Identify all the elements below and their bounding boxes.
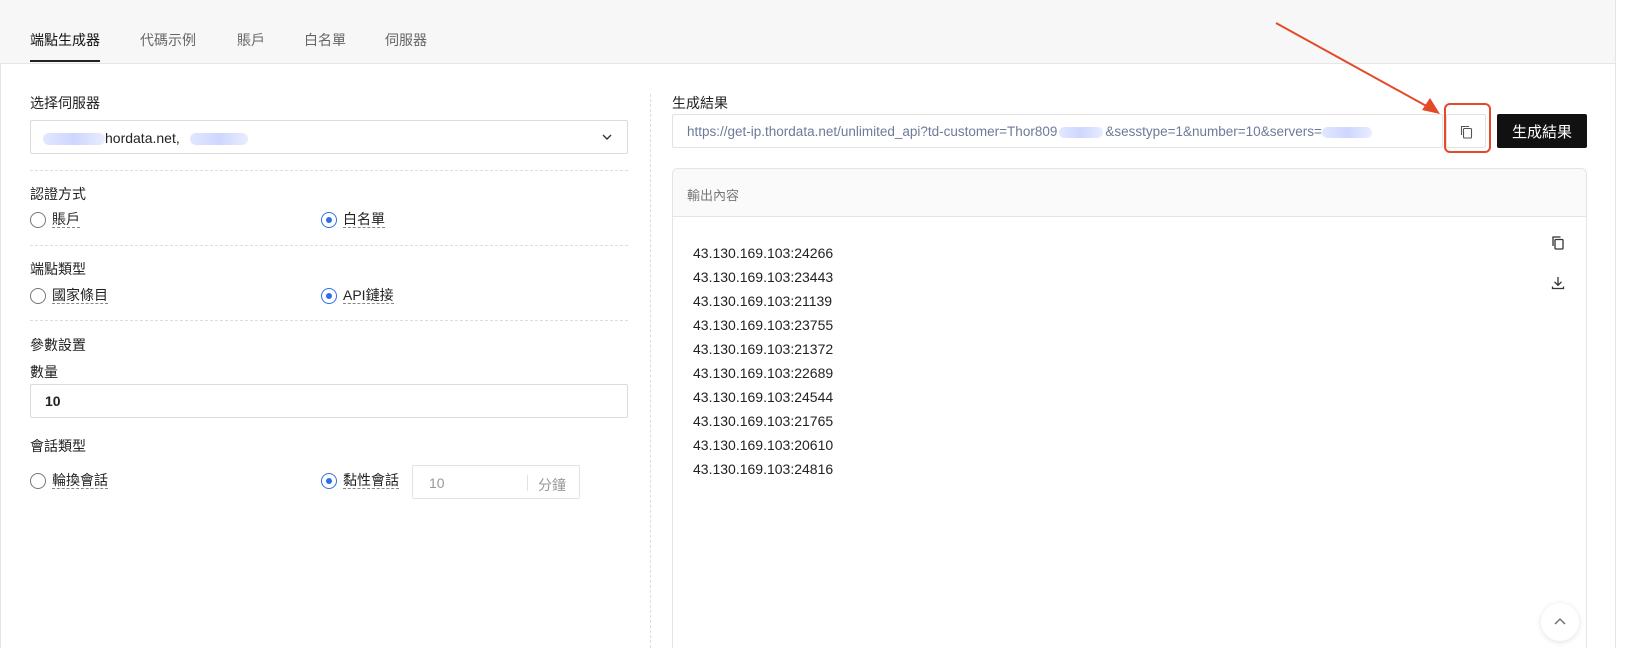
quantity-label: 數量 — [30, 364, 58, 380]
radio-session-sticky[interactable]: 黏性會話 — [321, 472, 399, 489]
chevron-down-icon — [602, 134, 612, 140]
server-select[interactable]: hordata.net, — [30, 120, 628, 154]
output-line: 43.130.169.103:23443 — [693, 269, 834, 285]
divider — [30, 245, 628, 246]
output-line: 43.130.169.103:24544 — [693, 389, 834, 405]
radio-circle-checked — [321, 287, 337, 304]
sticky-duration-input[interactable]: 10 分鐘 — [412, 465, 580, 499]
sticky-duration-value: 10 — [429, 475, 445, 491]
redacted-blur — [1321, 126, 1372, 138]
sticky-duration-unit: 分鐘 — [538, 477, 566, 493]
endpoint-type-label: 端點類型 — [30, 261, 86, 277]
result-label: 生成結果 — [672, 95, 728, 111]
radio-endpoint-api[interactable]: API鏈接 — [321, 287, 394, 304]
server-select-value: hordata.net, — [43, 130, 248, 146]
scroll-to-top-button[interactable] — [1541, 603, 1579, 641]
radio-auth-account[interactable]: 賬戶 — [30, 211, 80, 228]
radio-label: 國家條目 — [52, 287, 108, 304]
tab-whitelist[interactable]: 白名單 — [304, 30, 346, 50]
redacted-blur — [1059, 126, 1104, 138]
panel-divider — [650, 94, 651, 648]
tab-endpoint-generator[interactable]: 端點生成器 — [30, 30, 100, 50]
output-list: 43.130.169.103:24266 43.130.169.103:2344… — [693, 241, 833, 481]
copy-url-button[interactable] — [1446, 114, 1486, 148]
tab-accounts[interactable]: 賬戶 — [237, 30, 265, 50]
redacted-blur — [43, 133, 105, 146]
output-line: 43.130.169.103:23755 — [693, 317, 834, 333]
params-label: 參數設置 — [30, 337, 86, 353]
output-line: 43.130.169.103:21139 — [693, 293, 833, 309]
radio-label: API鏈接 — [343, 287, 394, 304]
radio-circle — [30, 287, 46, 304]
copy-icon — [1460, 125, 1473, 139]
divider — [30, 320, 628, 321]
radio-label: 賬戶 — [52, 211, 80, 228]
copy-icon[interactable] — [1550, 235, 1566, 251]
radio-auth-whitelist[interactable]: 白名單 — [321, 211, 385, 228]
chevron-up-icon — [1554, 618, 1566, 625]
output-line: 43.130.169.103:21372 — [693, 341, 834, 357]
auth-label: 認證方式 — [30, 186, 86, 202]
radio-circle-checked — [321, 472, 337, 489]
download-icon[interactable] — [1550, 275, 1566, 291]
radio-label: 白名單 — [343, 211, 385, 228]
output-line: 43.130.169.103:22689 — [693, 365, 834, 381]
radio-circle — [30, 211, 46, 228]
generate-button[interactable]: 生成結果 — [1497, 114, 1587, 148]
divider — [527, 475, 528, 491]
output-line: 43.130.169.103:21765 — [693, 413, 834, 429]
arrow-annotation — [1275, 22, 1440, 114]
redacted-blur — [189, 133, 248, 146]
radio-endpoint-country[interactable]: 國家條目 — [30, 287, 108, 304]
tab-code-examples[interactable]: 代碼示例 — [140, 30, 196, 50]
radio-session-rotating[interactable]: 輪換會話 — [30, 472, 108, 489]
active-tab-indicator — [30, 60, 100, 62]
output-title: 輸出內容 — [673, 169, 1586, 217]
quantity-input[interactable] — [30, 384, 628, 418]
session-type-label: 會話類型 — [30, 438, 86, 454]
divider — [30, 170, 628, 171]
output-panel: 輸出內容 43.130.169.103:24266 43.130.169.103… — [672, 168, 1587, 648]
output-line: 43.130.169.103:24816 — [693, 461, 834, 477]
generated-url-text: https://get-ip.thordata.net/unlimited_ap… — [687, 124, 1372, 139]
tab-servers[interactable]: 伺服器 — [385, 30, 427, 50]
output-line: 43.130.169.103:24266 — [693, 245, 834, 261]
server-label: 选择伺服器 — [30, 95, 100, 111]
radio-label: 黏性會話 — [343, 472, 399, 489]
radio-circle — [30, 472, 46, 489]
output-line: 43.130.169.103:20610 — [693, 437, 834, 453]
radio-circle-checked — [321, 211, 337, 228]
radio-label: 輪換會話 — [52, 472, 108, 489]
